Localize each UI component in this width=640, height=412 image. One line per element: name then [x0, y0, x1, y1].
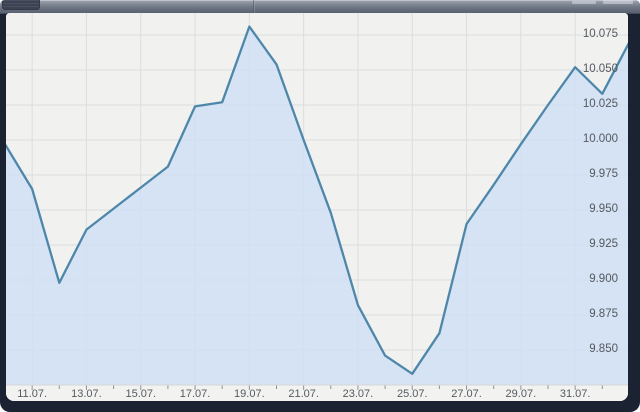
toolbar-text-fragment	[572, 1, 596, 4]
y-axis-label: 9.875	[589, 308, 618, 320]
toolbar-tab-stub[interactable]	[2, 0, 40, 10]
y-axis-label: 10.075	[583, 28, 618, 40]
price-area-chart[interactable]: 11.07. 13.07. 15.07. 17.07. 19.07. 21.07. 23.0…	[6, 13, 628, 401]
toolbar-text-fragment	[603, 0, 633, 4]
y-axis-label: 9.925	[589, 238, 618, 250]
y-axis-label: 9.850	[589, 343, 618, 355]
y-axis-label: 9.950	[589, 203, 618, 215]
y-axis-label: 9.975	[589, 168, 618, 180]
chart-window: 11.07. 13.07. 15.07. 17.07. 19.07. 21.07. 23.0…	[0, 0, 640, 412]
toolbar-seam	[253, 0, 255, 13]
chart-panel: 11.07. 13.07. 15.07. 17.07. 19.07. 21.07. 23.0…	[6, 13, 628, 401]
y-axis-label: 9.900	[589, 273, 618, 285]
y-axis-label: 10.050	[583, 63, 618, 75]
window-toolbar	[0, 0, 640, 14]
y-axis-label: 10.025	[583, 98, 618, 110]
y-axis-label: 10.000	[583, 133, 618, 145]
